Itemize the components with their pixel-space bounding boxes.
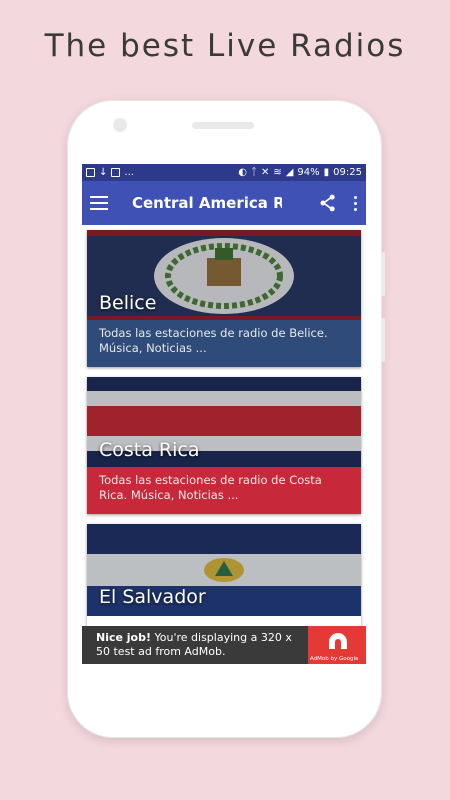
share-icon[interactable]: [318, 193, 338, 213]
data-saver-icon: ◐: [238, 167, 247, 178]
country-card-belice[interactable]: Belice Todas las estaciones de radio de …: [87, 230, 361, 367]
battery-icon: ▮: [323, 167, 330, 178]
mail-notification-icon: [111, 168, 121, 177]
admob-icon: [329, 633, 347, 649]
speaker-grille: [192, 122, 254, 129]
bluetooth-icon: ᛏ: [250, 167, 257, 178]
country-card-costa-rica[interactable]: Costa Rica Todas las estaciones de radio…: [87, 377, 361, 514]
admob-logo: AdMob by Google: [308, 626, 366, 664]
admob-test-banner[interactable]: Nice job! You're displaying a 320 x 50 t…: [82, 626, 366, 664]
headline: The best Live Radios: [44, 28, 406, 64]
mute-icon: ✕: [260, 167, 270, 178]
image-notification-icon: [86, 168, 95, 177]
country-name: Belice: [99, 292, 157, 314]
wifi-icon: ≋: [273, 167, 282, 178]
admob-caption: AdMob by Google: [310, 656, 359, 662]
power-button: [381, 318, 385, 362]
phone-screen: ↓ ... ◐ ᛏ ✕ ≋ ◢ 94% ▮ 09:25 Central Amer…: [82, 164, 366, 664]
clock: 09:25: [333, 167, 362, 178]
country-name: El Salvador: [99, 586, 206, 608]
status-bar: ↓ ... ◐ ᛏ ✕ ≋ ◢ 94% ▮ 09:25: [82, 164, 366, 181]
download-icon: ↓: [99, 167, 108, 178]
battery-level: 94%: [297, 167, 320, 178]
country-description: Todas las estaciones de radio de Belice.…: [87, 320, 361, 367]
more-vert-icon[interactable]: [352, 195, 358, 211]
more-notifications: ...: [124, 167, 134, 178]
country-list: Belice Todas las estaciones de radio de …: [82, 225, 366, 661]
ad-message-bold: Nice job!: [96, 631, 152, 644]
app-bar: Central America Ra…: [82, 181, 366, 225]
ad-message: Nice job! You're displaying a 320 x 50 t…: [82, 631, 308, 659]
volume-button: [381, 252, 385, 296]
hamburger-menu-icon[interactable]: [90, 196, 108, 210]
country-description: Todas las estaciones de radio de Costa R…: [87, 467, 361, 514]
camera-dot: [113, 118, 127, 132]
signal-icon: ◢: [285, 167, 294, 178]
country-name: Costa Rica: [99, 439, 200, 461]
app-title: Central America Ra…: [132, 194, 282, 212]
